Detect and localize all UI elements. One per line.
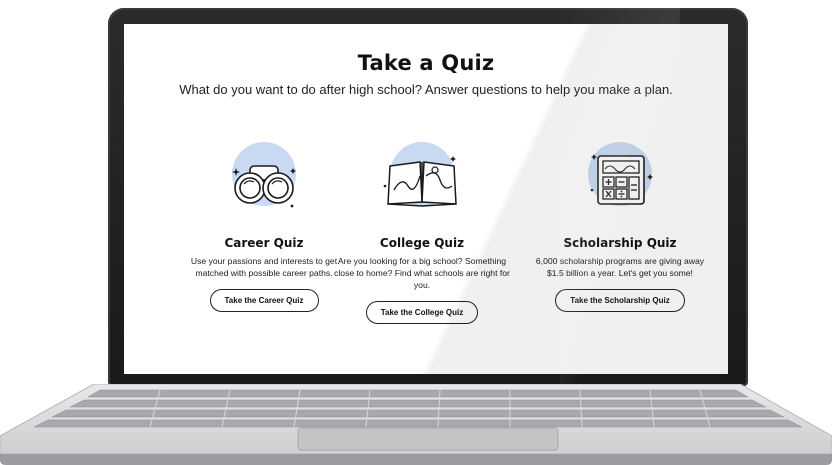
page-title: Take a Quiz (357, 51, 495, 75)
college-quiz-title: College Quiz (379, 236, 465, 250)
laptop-keyboard-deck (0, 384, 832, 465)
career-quiz-description: Use your passions and interests to get m… (190, 256, 338, 278)
scholarship-quiz-title: Scholarship Quiz (563, 236, 677, 250)
college-quiz-card: College Quiz Are you looking for a big s… (332, 142, 512, 324)
career-quiz-card: Career Quiz Use your passions and intere… (174, 142, 354, 312)
calculator-icon (578, 142, 662, 226)
take-scholarship-quiz-button[interactable]: Take the Scholarship Quiz (555, 289, 685, 312)
open-book-map-icon (380, 142, 464, 226)
laptop-screen: Take a Quiz What do you want to do after… (124, 24, 728, 374)
take-career-quiz-button[interactable]: Take the Career Quiz (209, 289, 319, 312)
page-subtitle: What do you want to do after high school… (179, 82, 673, 97)
take-college-quiz-button[interactable]: Take the College Quiz (365, 301, 479, 324)
career-quiz-title: Career Quiz (224, 236, 304, 250)
scholarship-quiz-card: Scholarship Quiz 6,000 scholarship progr… (527, 142, 713, 312)
binoculars-icon (222, 142, 306, 226)
scholarship-quiz-description: 6,000 scholarship programs are giving aw… (535, 256, 705, 278)
college-quiz-description: Are you looking for a big school? Someth… (334, 256, 510, 290)
